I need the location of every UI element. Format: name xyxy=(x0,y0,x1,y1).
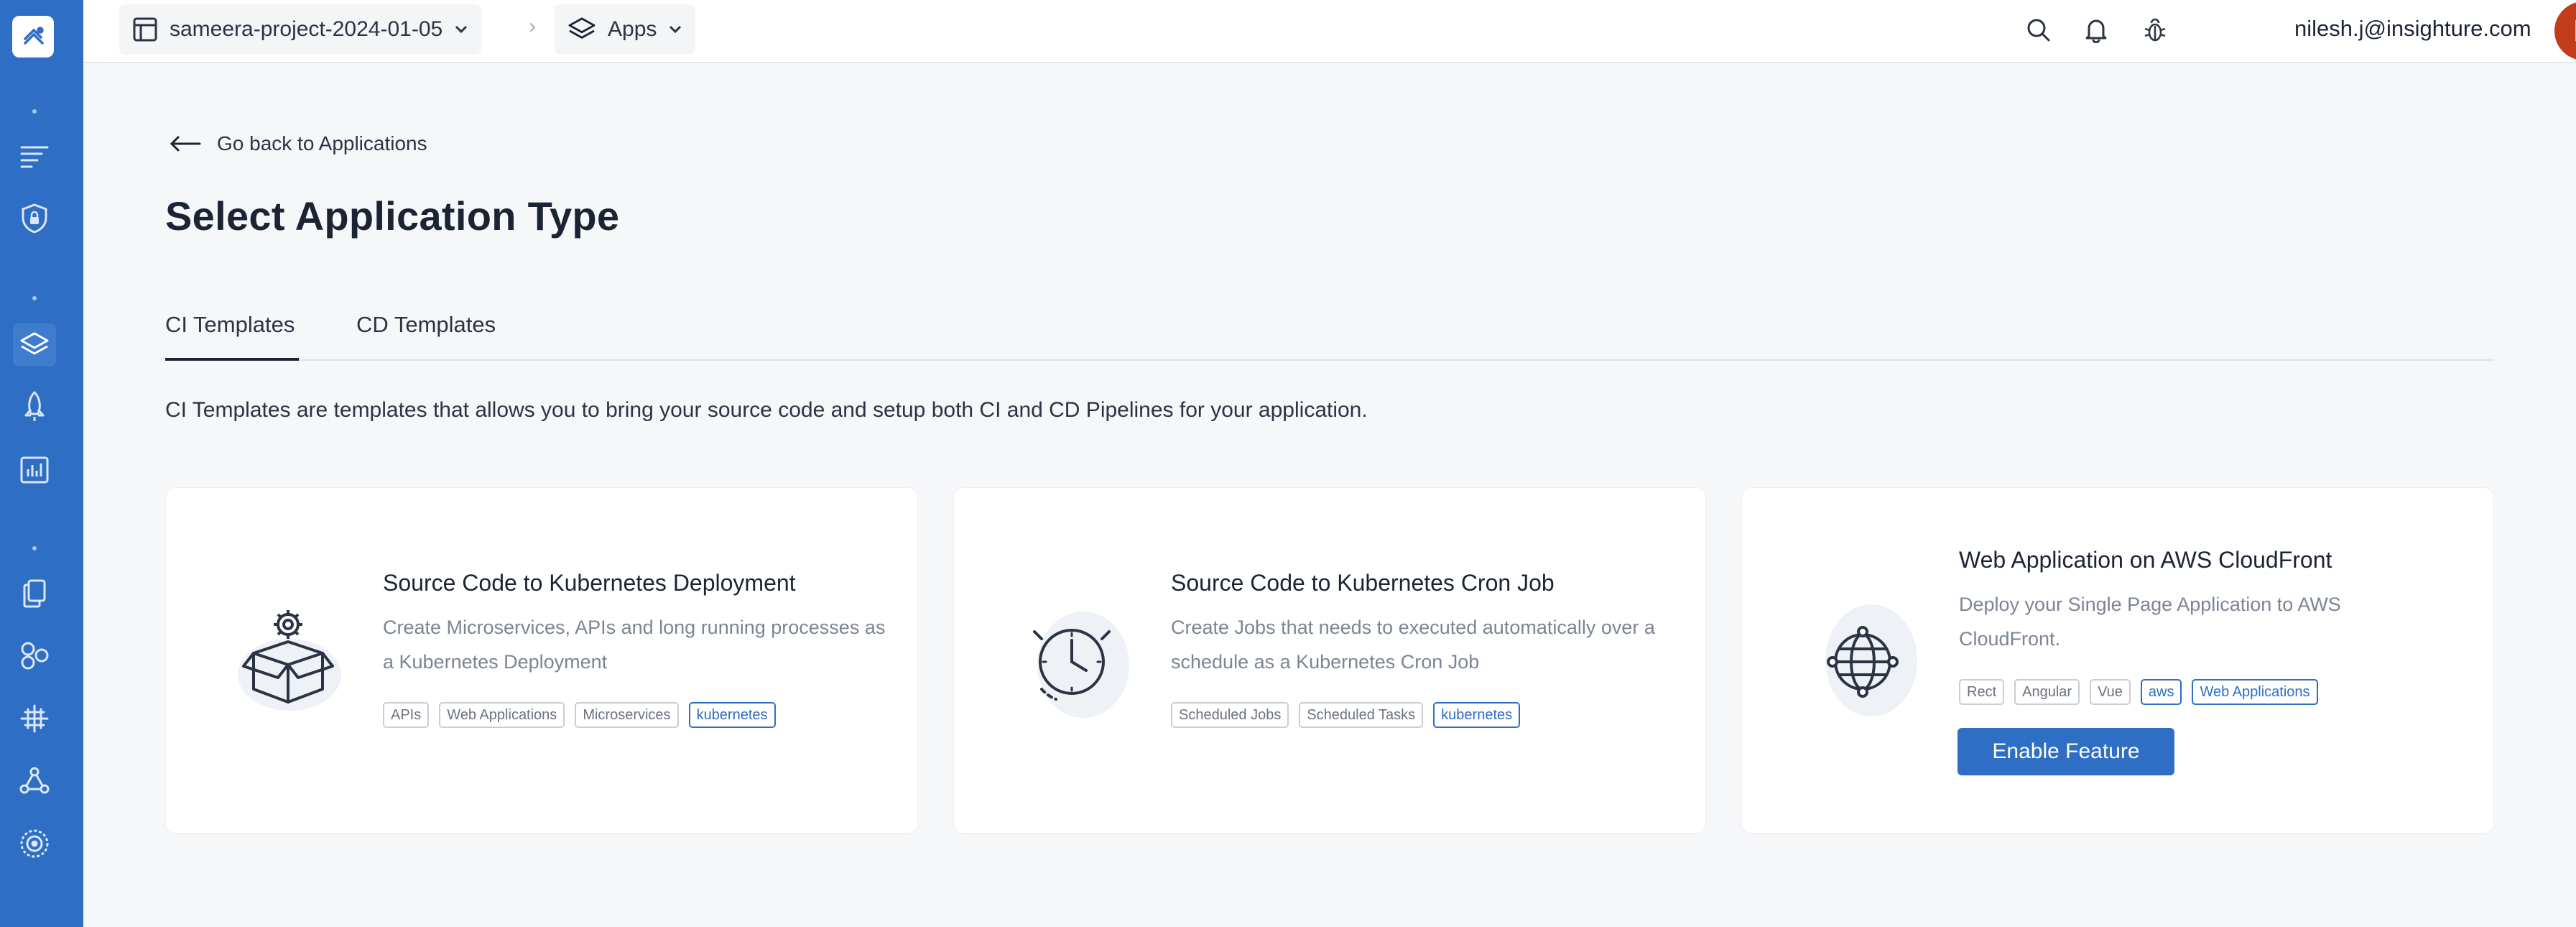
tab-cd-templates[interactable]: CD Templates xyxy=(356,309,496,361)
sidebar-item-apps[interactable] xyxy=(13,323,56,366)
sidebar-item-network[interactable] xyxy=(13,759,56,802)
shapes-icon xyxy=(21,642,49,670)
template-card-k8s-cron-job[interactable]: Source Code to Kubernetes Cron Job Creat… xyxy=(953,487,1706,834)
template-card-k8s-deployment[interactable]: Source Code to Kubernetes Deployment Cre… xyxy=(165,487,918,834)
user-email: nilesh.j@insighture.com xyxy=(2294,16,2531,41)
tag: Angular xyxy=(2014,679,2080,705)
avatar[interactable]: N xyxy=(2554,1,2576,60)
project-name: sameera-project-2024-01-05 xyxy=(170,17,443,41)
puzzle-icon xyxy=(20,704,49,733)
card-title: Web Application on AWS CloudFront xyxy=(1959,547,2332,573)
tag: Scheduled Jobs xyxy=(1171,702,1289,728)
sidebar-divider-dot xyxy=(32,109,37,114)
sidebar-item-menu[interactable] xyxy=(13,135,56,178)
sidebar-divider-dot xyxy=(32,296,37,300)
network-nodes-icon xyxy=(19,767,50,794)
notifications-button[interactable] xyxy=(2079,13,2113,47)
tag: Microservices xyxy=(575,702,679,728)
logo-icon xyxy=(24,27,44,45)
globe-icon xyxy=(1825,604,1917,716)
card-title: Source Code to Kubernetes Deployment xyxy=(383,570,796,596)
page-title: Select Application Type xyxy=(165,193,620,239)
sidebar-item-services[interactable] xyxy=(13,634,56,677)
arrow-left-icon xyxy=(170,136,201,152)
tag-list: Rect Angular Vue aws Web Applications xyxy=(1959,679,2318,705)
back-link[interactable]: Go back to Applications xyxy=(170,132,427,155)
sidebar-divider-dot xyxy=(32,546,37,550)
sidebar-item-settings[interactable] xyxy=(13,822,56,865)
tag-highlighted: kubernetes xyxy=(1433,702,1521,728)
bug-report-button[interactable] xyxy=(2138,13,2172,47)
tag-highlighted: kubernetes xyxy=(688,702,776,728)
tag-list: APIs Web Applications Microservices kube… xyxy=(383,702,776,728)
tag: Vue xyxy=(2090,679,2131,705)
tag-highlighted: Web Applications xyxy=(2192,679,2318,705)
tag-highlighted: aws xyxy=(2140,679,2182,705)
target-icon xyxy=(20,829,49,858)
search-icon xyxy=(2027,19,2050,42)
chevron-down-icon xyxy=(670,25,682,34)
layers-icon xyxy=(568,17,596,39)
rocket-icon xyxy=(24,391,45,421)
tab-description: CI Templates are templates that allows y… xyxy=(165,398,1368,422)
bar-chart-icon xyxy=(20,456,49,484)
tag: Web Applications xyxy=(439,702,565,728)
clock-icon xyxy=(1033,612,1129,718)
chevron-down-icon xyxy=(455,25,468,34)
card-description: Create Microservices, APIs and long runn… xyxy=(383,617,886,673)
card-title: Source Code to Kubernetes Cron Job xyxy=(1171,570,1555,596)
top-bar: sameera-project-2024-01-05 › Apps nilesh… xyxy=(83,0,2576,63)
documents-icon xyxy=(23,579,46,608)
enable-feature-button[interactable]: Enable Feature xyxy=(1958,728,2174,775)
section-name: Apps xyxy=(608,17,657,41)
sidebar-item-security[interactable] xyxy=(13,197,56,240)
sidebar xyxy=(0,0,83,927)
tab-ci-templates[interactable]: CI Templates xyxy=(165,309,299,361)
tag: APIs xyxy=(383,702,430,728)
card-description: Deploy your Single Page Application to A… xyxy=(1959,594,2341,650)
back-link-label: Go back to Applications xyxy=(217,132,427,154)
layers-icon xyxy=(20,332,49,355)
sidebar-item-deployments[interactable] xyxy=(13,385,56,428)
box-gear-icon xyxy=(238,610,341,711)
project-selector[interactable]: sameera-project-2024-01-05 xyxy=(119,4,482,55)
bell-icon xyxy=(2085,19,2107,43)
template-tabs: CI Templates CD Templates xyxy=(165,309,2494,361)
sidebar-item-documents[interactable] xyxy=(13,572,56,615)
breadcrumb-separator: › xyxy=(529,14,536,38)
table-icon xyxy=(133,17,157,42)
section-selector[interactable]: Apps xyxy=(555,4,696,55)
list-lines-icon xyxy=(20,146,49,168)
tag: Scheduled Tasks xyxy=(1299,702,1424,728)
card-description: Create Jobs that needs to executed autom… xyxy=(1171,617,1655,673)
bug-icon xyxy=(2144,18,2166,42)
sidebar-item-integrations[interactable] xyxy=(13,697,56,740)
sidebar-item-monitoring[interactable] xyxy=(13,448,56,492)
template-card-aws-cloudfront[interactable]: Web Application on AWS CloudFront Deploy… xyxy=(1741,487,2494,834)
shield-lock-icon xyxy=(22,203,47,234)
tag: Rect xyxy=(1959,679,2005,705)
app-logo[interactable] xyxy=(12,16,54,57)
tag-list: Scheduled Jobs Scheduled Tasks kubernete… xyxy=(1171,702,1521,728)
search-button[interactable] xyxy=(2021,13,2056,47)
